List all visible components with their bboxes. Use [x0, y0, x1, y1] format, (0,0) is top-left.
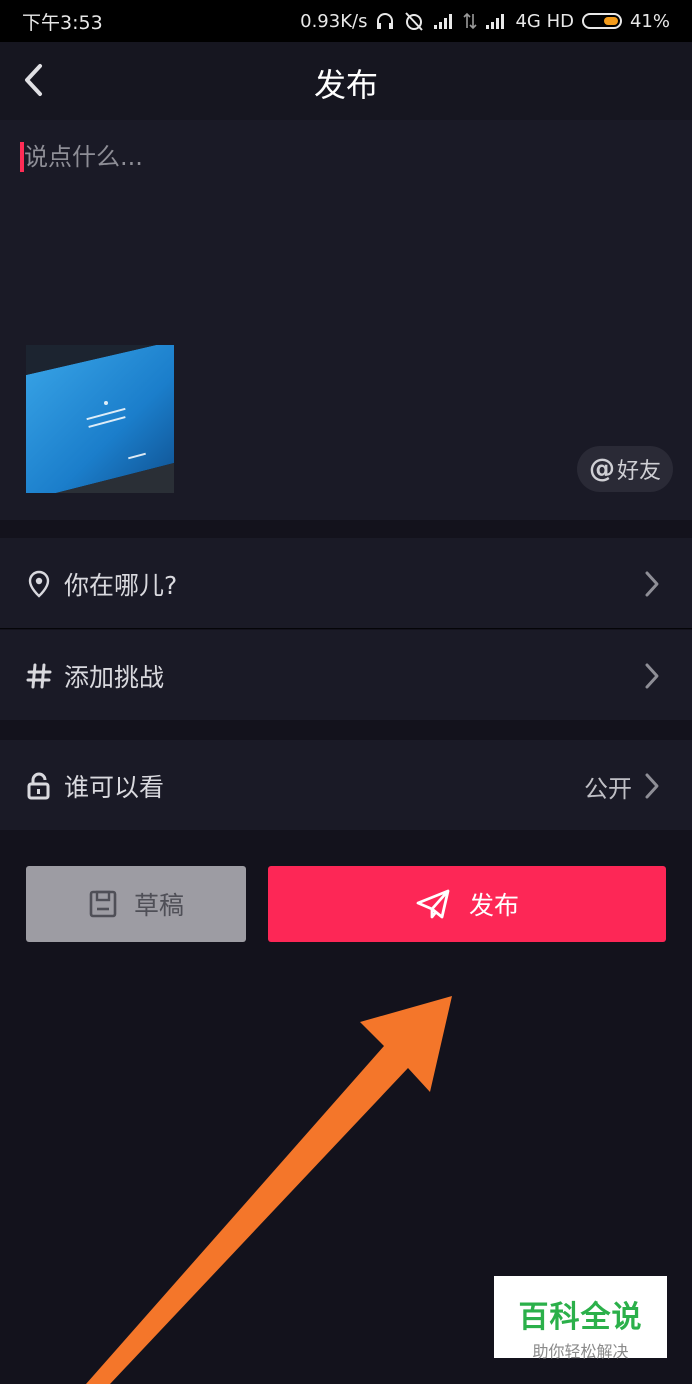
unlock-icon — [27, 772, 50, 800]
thumbnail-image — [26, 345, 174, 493]
location-label: 你在哪儿? — [64, 571, 178, 600]
chevron-right-icon — [645, 773, 659, 799]
caption-input[interactable] — [22, 134, 666, 180]
watermark-subtitle: 助你轻松解决 — [532, 1342, 629, 1361]
at-icon: @ — [588, 454, 615, 484]
battery-percent: 41% — [629, 10, 670, 32]
challenge-row[interactable]: 添加挑战 — [0, 630, 692, 720]
status-indicators: 0.93K/s 4G HD 41% — [300, 8, 670, 34]
visibility-row[interactable]: 谁可以看 公开 — [0, 740, 692, 830]
visibility-label: 谁可以看 — [64, 773, 165, 802]
status-time: 下午3:53 — [22, 12, 103, 34]
watermark-logo: 百科全说 助你轻松解决 — [494, 1276, 667, 1361]
publish-label: 发布 — [468, 891, 519, 920]
alarm-off-icon — [403, 10, 425, 32]
location-row[interactable]: 你在哪儿? — [0, 538, 692, 628]
signal-icon — [433, 13, 455, 29]
publish-button[interactable]: 发布 — [268, 866, 666, 942]
signal-icon-2 — [485, 13, 507, 29]
hashtag-icon — [26, 663, 52, 689]
section-gap — [0, 520, 692, 538]
page-title: 发布 — [313, 66, 378, 104]
visibility-value: 公开 — [584, 775, 632, 803]
headphones-icon — [375, 11, 395, 31]
battery-icon — [581, 13, 622, 29]
chevron-right-icon — [645, 571, 659, 597]
mention-label: 好友 — [616, 459, 661, 484]
save-draft-icon — [89, 890, 117, 918]
draft-label: 草稿 — [133, 891, 184, 920]
data-transfer-icon — [463, 12, 478, 30]
network-speed: 0.93K/s — [300, 10, 368, 32]
watermark-title: 百科全说 — [518, 1300, 643, 1335]
send-icon — [416, 889, 450, 919]
section-gap-2 — [0, 720, 692, 740]
chevron-right-icon — [645, 663, 659, 689]
challenge-label: 添加挑战 — [64, 663, 165, 692]
nav-bar: 发布 — [0, 42, 692, 120]
mention-friends-button[interactable]: @ 好友 — [577, 446, 673, 492]
location-pin-icon — [28, 570, 50, 598]
network-type: 4G HD — [515, 10, 574, 32]
draft-button[interactable]: 草稿 — [26, 866, 246, 942]
row-divider — [0, 628, 692, 629]
video-thumbnail[interactable] — [26, 345, 174, 493]
